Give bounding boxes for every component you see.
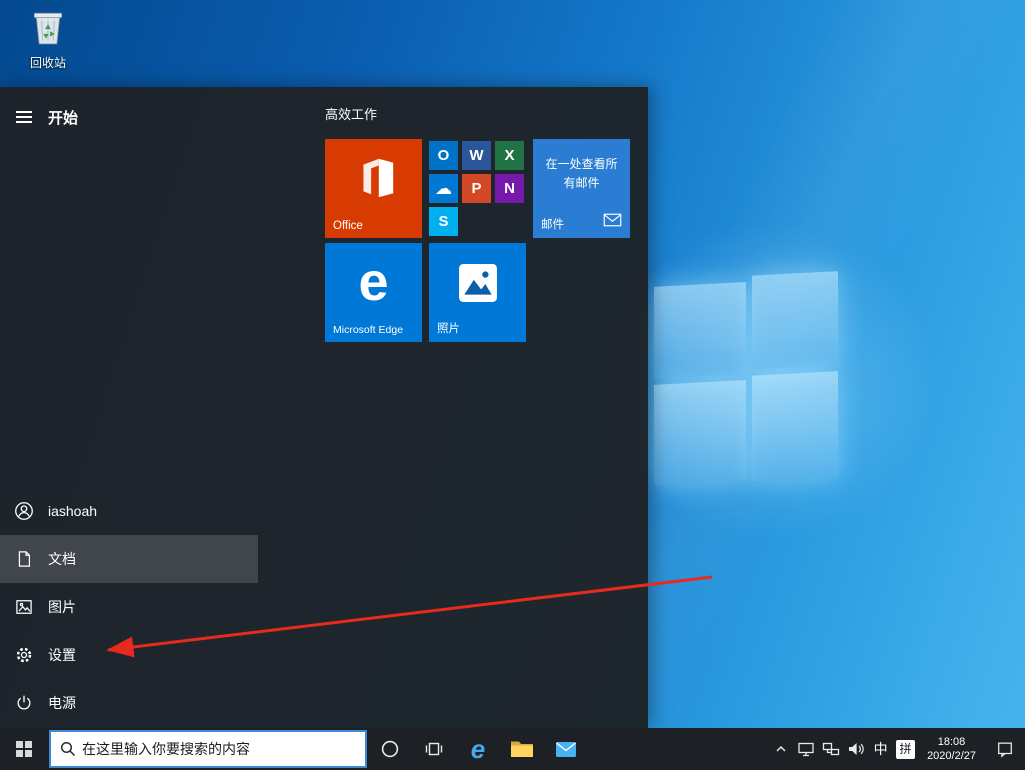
display-icon [797,742,814,757]
edge-taskbar-button[interactable]: e [456,728,500,770]
start-menu-tiles: 高效工作 Office O W X ☁ P N S 在一处查看所有邮件 邮件 e… [325,107,637,342]
edge-icon: e [358,252,389,312]
mail-icon [556,741,576,757]
start-menu-header: 开始 [0,103,78,131]
chevron-up-icon [776,745,786,752]
windows-logo-pane [752,271,838,370]
power-icon [0,693,48,713]
sidebar-item-settings[interactable]: 设置 [0,631,258,679]
cortana-icon [381,740,399,758]
word-icon[interactable]: W [462,141,491,170]
photos-icon [429,263,526,303]
file-explorer-button[interactable] [500,728,544,770]
tile-microsoft-edge[interactable]: e Microsoft Edge [325,243,422,342]
outlook-icon[interactable]: O [429,141,458,170]
clock-time: 18:08 [937,735,966,748]
tile-group-title: 高效工作 [325,107,378,122]
document-icon [0,549,48,569]
taskbar: e [0,728,1025,770]
action-center-button[interactable] [985,728,1025,770]
recycle-bin[interactable]: 回收站 [10,6,86,71]
excel-icon[interactable]: X [495,141,524,170]
action-center-icon [998,742,1012,758]
tile-label: 邮件 [541,219,564,231]
tile-photos[interactable]: 照片 [429,243,526,342]
tile-office[interactable]: Office [325,139,422,238]
volume-button[interactable] [843,728,868,770]
windows-logo-pane [654,282,746,379]
ime-mode-badge: 拼 [896,739,916,759]
windows-logo-wallpaper [646,263,846,495]
start-menu-title: 开始 [48,109,79,127]
onedrive-icon[interactable]: ☁ [429,174,458,203]
sidebar-item-label: 文档 [48,551,76,567]
tray-display-button[interactable] [793,728,818,770]
windows-logo-pane [752,371,838,482]
task-view-icon [425,742,443,756]
powerpoint-icon[interactable]: P [462,174,491,203]
start-menu: 开始 iashoah 文档 图片 设置 电源 高效工作 Office O W X… [0,87,648,728]
speaker-icon [848,743,864,755]
cortana-button[interactable] [368,728,412,770]
windows-logo-pane [654,380,746,485]
sidebar-item-documents[interactable]: 文档 [0,535,258,583]
mail-taskbar-button[interactable] [544,728,588,770]
clock-date: 2020/2/27 [927,750,976,762]
ime-language-indicator[interactable]: 中 [868,728,893,770]
sidebar-item-label: 设置 [48,647,76,663]
pictures-icon [0,597,48,617]
envelope-icon [603,213,622,232]
ime-mode-indicator[interactable]: 拼 [893,728,918,770]
ethernet-icon [822,742,839,756]
gear-icon [0,645,48,665]
start-menu-sidebar: iashoah 文档 图片 设置 电源 [0,487,258,727]
tile-label: Microsoft Edge [333,324,404,336]
tile-office-apps-group: O W X ☁ P N S [429,139,526,238]
taskbar-clock[interactable]: 18:08 2020/2/27 [918,728,985,770]
user-icon [0,500,48,522]
edge-icon: e [470,733,486,764]
sidebar-item-label: 图片 [48,599,76,615]
sidebar-item-user[interactable]: iashoah [0,487,258,535]
sidebar-item-pictures[interactable]: 图片 [0,583,258,631]
search-input[interactable] [82,732,365,766]
tile-mail[interactable]: 在一处查看所有邮件 邮件 [533,139,630,238]
task-view-button[interactable] [412,728,456,770]
taskbar-search-box[interactable] [49,730,367,768]
tile-label: 照片 [437,323,460,335]
search-icon [60,741,76,757]
tray-expand-button[interactable] [768,728,793,770]
office-icon [325,155,422,201]
mail-tile-message: 在一处查看所有邮件 [545,157,618,191]
network-button[interactable] [818,728,843,770]
onenote-icon[interactable]: N [495,174,524,203]
recycle-bin-label: 回收站 [29,56,66,70]
skype-icon[interactable]: S [429,207,458,236]
system-tray: 中 拼 18:08 2020/2/27 [768,728,1025,770]
recycle-bin-icon [27,12,69,52]
sidebar-item-power[interactable]: 电源 [0,679,258,727]
tile-label: Office [333,220,363,232]
folder-icon [511,741,533,757]
sidebar-item-label: iashoah [48,503,98,519]
sidebar-item-label: 电源 [48,695,76,711]
start-button[interactable] [0,728,48,770]
windows-logo-icon [16,741,32,757]
hamburger-menu-icon[interactable] [0,111,48,123]
